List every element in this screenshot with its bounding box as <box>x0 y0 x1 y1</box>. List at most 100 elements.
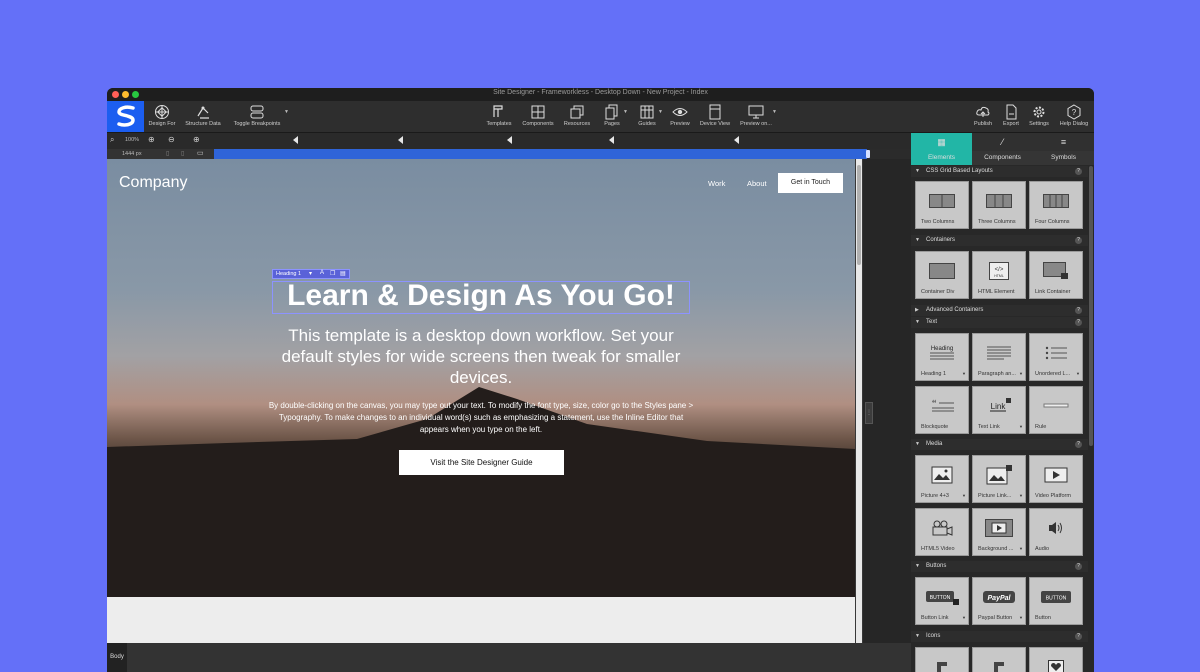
chevron-down-icon[interactable]: ▼ <box>962 493 966 498</box>
element-selection-toolbar[interactable]: Heading 1 ▾ A ❐ ▤ <box>272 269 350 279</box>
element-container-div[interactable]: Container Div <box>915 251 969 299</box>
element-three-columns[interactable]: Three Columns <box>972 181 1026 229</box>
app-logo[interactable] <box>107 101 144 132</box>
pages-chevron-down-icon[interactable]: ▼ <box>623 109 628 115</box>
element-icon-link[interactable] <box>972 647 1026 672</box>
resources-button[interactable]: Resources <box>562 103 592 131</box>
export-button[interactable]: Export <box>999 103 1023 131</box>
canvas-width-slider[interactable] <box>214 149 870 159</box>
element-background-video[interactable]: Background ... ▼ <box>972 508 1026 556</box>
zoom-reset-icon[interactable]: ⊕ <box>193 135 200 144</box>
element-text-link[interactable]: Link Text Link ▼ <box>972 386 1026 434</box>
element-blockquote[interactable]: “ Blockquote <box>915 386 969 434</box>
chevron-down-icon[interactable]: ▼ <box>284 109 289 115</box>
resize-grip-icon[interactable]: ⋮ <box>865 402 873 424</box>
tablet-icon[interactable]: ▯ <box>181 150 184 157</box>
chevron-down-icon[interactable]: ▾ <box>309 270 312 277</box>
structure-icon[interactable]: ≡ <box>1033 133 1094 151</box>
element-button-link[interactable]: BUTTON Button Link ▼ <box>915 577 969 625</box>
element-html5-video[interactable]: HTML5 Video <box>915 508 969 556</box>
tab-components[interactable]: Components <box>972 151 1033 165</box>
chevron-down-icon[interactable]: ▼ <box>1019 493 1023 498</box>
element-icon[interactable] <box>915 647 969 672</box>
canvas-width-handle[interactable] <box>866 150 870 158</box>
breakpoint-marker[interactable] <box>398 136 403 144</box>
hero-section[interactable]: Company Work About Get in Touch Heading … <box>107 159 855 597</box>
element-rule[interactable]: Rule <box>1029 386 1083 434</box>
panel-scrollbar[interactable] <box>1089 166 1093 446</box>
section-text[interactable]: ▼ Text ? <box>911 317 1088 328</box>
visit-guide-button[interactable]: Visit the Site Designer Guide <box>399 450 564 475</box>
canvas-scrollbar[interactable] <box>856 159 862 643</box>
section-buttons[interactable]: ▼ Buttons ? <box>911 561 1088 572</box>
element-button[interactable]: BUTTON Button <box>1029 577 1083 625</box>
element-heading[interactable]: Heading Heading 1 ▼ <box>915 333 969 381</box>
settings-button[interactable]: Settings <box>1027 103 1051 131</box>
element-video-platform[interactable]: Video Platform <box>1029 455 1083 503</box>
next-section[interactable] <box>107 597 855 643</box>
chevron-down-icon[interactable]: ▼ <box>1076 371 1080 376</box>
preview-button[interactable]: Preview <box>667 103 693 131</box>
duplicate-icon[interactable]: ❐ <box>330 270 335 277</box>
canvas-scrollbar-thumb[interactable] <box>857 165 861 265</box>
styles-brush-icon[interactable]: ⁄ <box>972 133 1033 151</box>
breakpoint-marker[interactable] <box>507 136 512 144</box>
structure-data-button[interactable]: Structure Data <box>183 103 223 131</box>
element-paragraph[interactable]: Paragraph an... ▼ <box>972 333 1026 381</box>
trash-icon[interactable]: ▤ <box>340 270 346 277</box>
element-two-columns[interactable]: Two Columns <box>915 181 969 229</box>
element-unordered-list[interactable]: Unordered L... ▼ <box>1029 333 1083 381</box>
breakpoint-marker[interactable] <box>609 136 614 144</box>
section-advanced-containers[interactable]: ▶ Advanced Containers ? <box>911 305 1088 316</box>
templates-button[interactable]: Templates <box>484 103 514 131</box>
section-grid-layouts[interactable]: ▼ CSS Grid Based Layouts ? <box>911 166 1088 177</box>
pages-button[interactable]: Pages <box>601 103 623 131</box>
hero-heading[interactable]: Learn & Design As You Go! <box>107 279 855 313</box>
breakpoint-marker[interactable] <box>293 136 298 144</box>
design-for-button[interactable]: Design For <box>147 103 177 131</box>
element-audio[interactable]: Audio <box>1029 508 1083 556</box>
site-brand[interactable]: Company <box>119 174 187 192</box>
chevron-down-icon[interactable]: ▼ <box>1019 546 1023 551</box>
text-style-icon[interactable]: A <box>320 270 324 276</box>
tab-elements[interactable]: Elements <box>911 151 972 165</box>
hero-body-text[interactable]: By double-clicking on the canvas, you ma… <box>267 400 695 436</box>
help-icon[interactable]: ? <box>1075 168 1082 175</box>
guides-button[interactable]: Guides <box>636 103 658 131</box>
element-icon-heart[interactable] <box>1029 647 1083 672</box>
device-view-button[interactable]: Device View <box>698 103 732 131</box>
zoom-out-icon[interactable]: ⊖ <box>168 135 175 144</box>
publish-button[interactable]: Publish <box>971 103 995 131</box>
element-html-element[interactable]: </> HTML HTML Element <box>972 251 1026 299</box>
element-picture[interactable]: Picture 4+3 ▼ <box>915 455 969 503</box>
help-icon[interactable]: ? <box>1075 441 1082 448</box>
section-icons[interactable]: ▼ Icons ? <box>911 631 1088 642</box>
section-containers[interactable]: ▼ Containers ? <box>911 235 1088 246</box>
chevron-down-icon[interactable]: ▼ <box>1019 371 1023 376</box>
toggle-breakpoints-button[interactable]: Toggle Breakpoints <box>231 103 283 131</box>
element-picture-link[interactable]: Picture Link... ▼ <box>972 455 1026 503</box>
help-icon[interactable]: ? <box>1075 237 1082 244</box>
phone-icon[interactable]: ▯ <box>166 150 169 157</box>
preview-on-chevron-down-icon[interactable]: ▼ <box>772 109 777 115</box>
preview-on-button[interactable]: Preview on... <box>738 103 774 131</box>
element-paypal-button[interactable]: PayPal Paypal Button ▼ <box>972 577 1026 625</box>
hero-subheading[interactable]: This template is a desktop down workflow… <box>267 325 695 388</box>
breadcrumb-body[interactable]: Body <box>107 643 127 672</box>
section-media[interactable]: ▼ Media ? <box>911 439 1088 450</box>
zoom-in-icon[interactable]: ⊕ <box>148 135 155 144</box>
elements-grid-icon[interactable]: ▦ <box>911 133 972 151</box>
components-button[interactable]: Components <box>520 103 556 131</box>
help-icon[interactable]: ? <box>1075 633 1082 640</box>
element-link-container[interactable]: Link Container <box>1029 251 1083 299</box>
help-dialog-button[interactable]: ? Help Dialog <box>1057 103 1091 131</box>
help-icon[interactable]: ? <box>1075 307 1082 314</box>
help-icon[interactable]: ? <box>1075 319 1082 326</box>
nav-link-work[interactable]: Work <box>708 179 725 188</box>
chevron-down-icon[interactable]: ▼ <box>962 371 966 376</box>
nav-link-about[interactable]: About <box>747 179 767 188</box>
tab-symbols[interactable]: Symbols <box>1033 151 1094 165</box>
get-in-touch-button[interactable]: Get in Touch <box>778 173 843 193</box>
help-icon[interactable]: ? <box>1075 563 1082 570</box>
element-four-columns[interactable]: Four Columns <box>1029 181 1083 229</box>
